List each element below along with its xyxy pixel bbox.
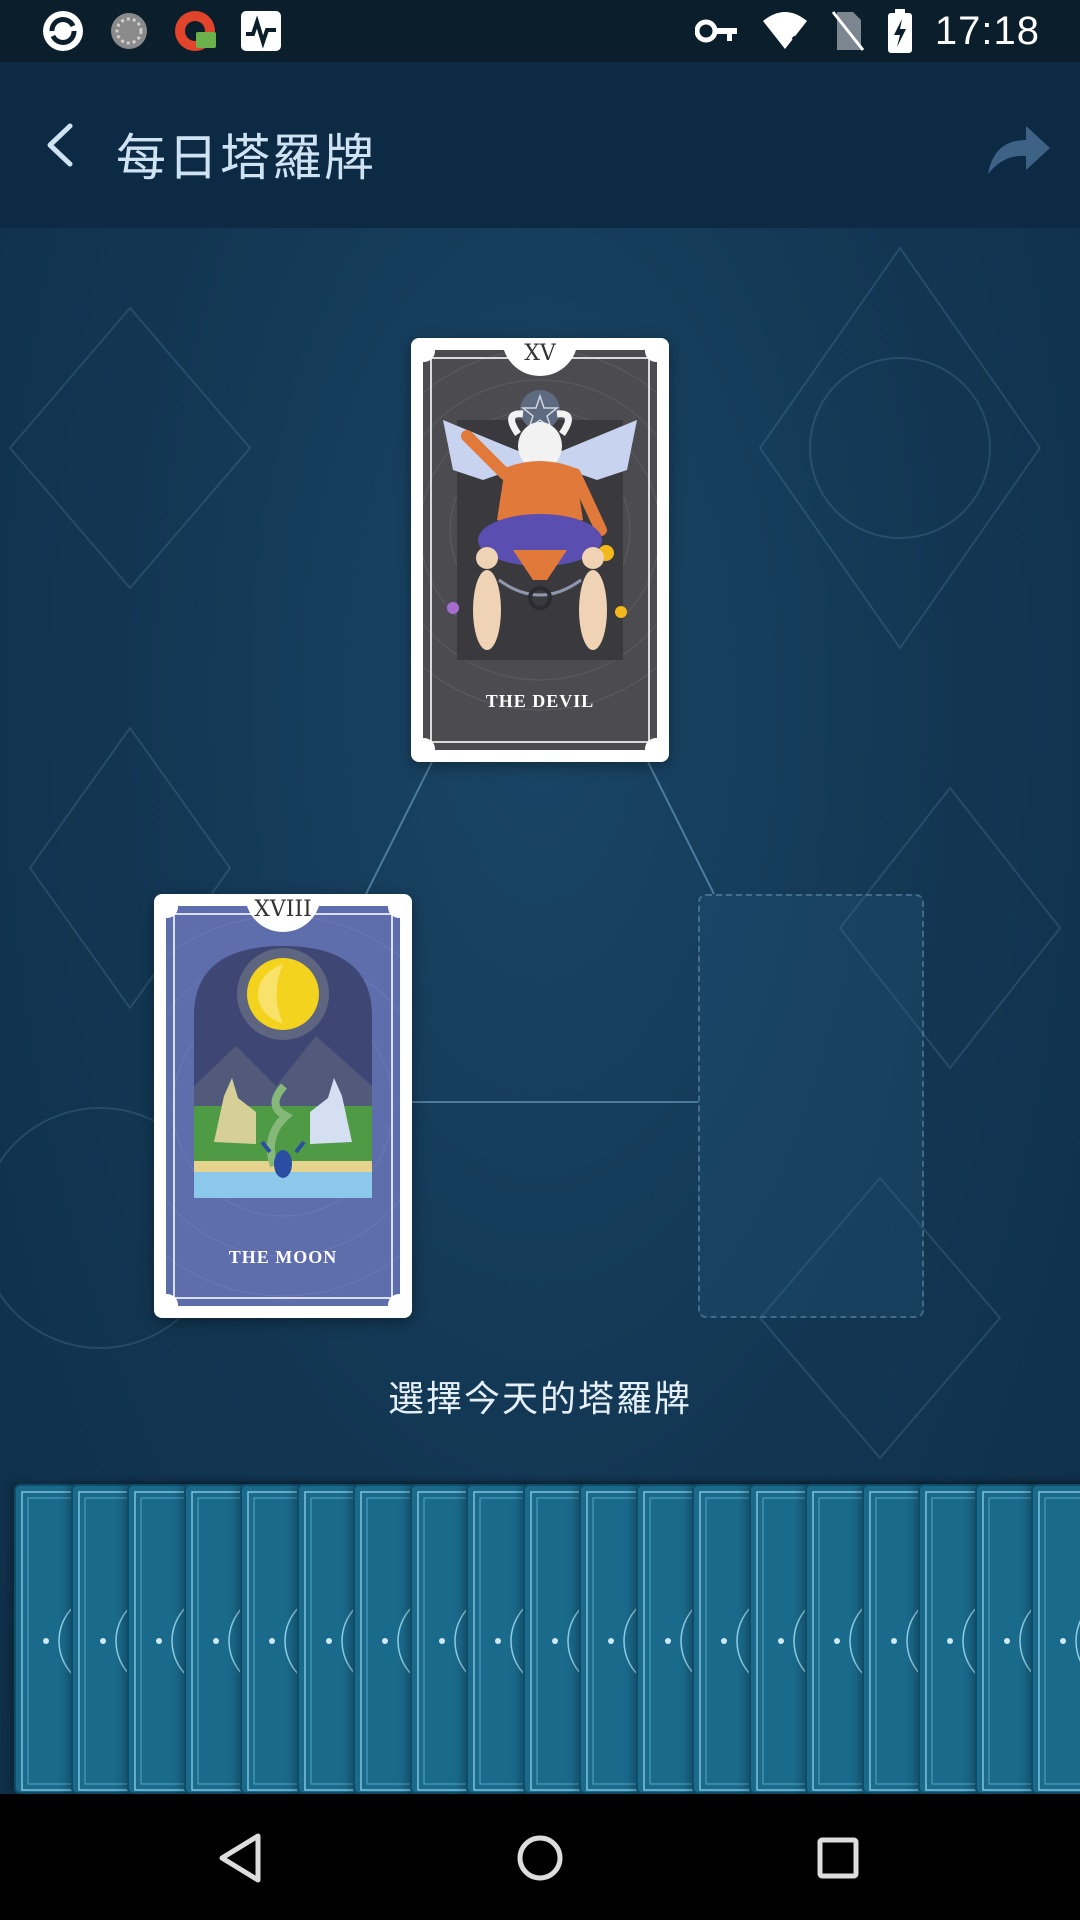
card-deck — [0, 1484, 1080, 1794]
key-icon — [694, 19, 737, 43]
page-title: 每日塔羅牌 — [116, 129, 376, 187]
instruction-text: 選擇今天的塔羅牌 — [387, 1379, 692, 1420]
vpn-app-icon — [175, 11, 216, 51]
loading-circle-icon — [111, 13, 147, 49]
clock: 17:18 — [934, 8, 1040, 53]
moon-illustration — [166, 906, 400, 1306]
no-sim-icon — [831, 11, 865, 51]
app-bar: 每日塔羅牌 — [0, 62, 1080, 228]
circle-home-icon — [517, 1835, 563, 1881]
tarot-table: THE DEVIL XV THE MOON XVIII 選擇今天的塔羅牌 — [0, 228, 1080, 1794]
activity-graph-icon — [241, 11, 281, 51]
system-nav-bar — [0, 1794, 1080, 1920]
share-arrow-icon — [988, 126, 1050, 174]
battery-charging-icon — [887, 9, 912, 53]
back-button[interactable] — [30, 110, 100, 180]
wifi-icon — [762, 12, 807, 49]
empty-card-slot[interactable] — [698, 894, 924, 1318]
devil-illustration — [423, 350, 657, 750]
card-back-pattern — [1038, 1491, 1080, 1791]
nav-home-button[interactable] — [508, 1826, 572, 1890]
share-button[interactable] — [984, 120, 1054, 180]
tarot-card-devil[interactable]: THE DEVIL XV — [411, 338, 669, 762]
square-recents-icon — [817, 1837, 859, 1879]
tarot-card-moon[interactable]: THE MOON XVIII — [154, 894, 412, 1318]
chevron-left-icon — [47, 123, 73, 167]
deck-card[interactable] — [1031, 1484, 1080, 1794]
nav-recents-button[interactable] — [806, 1826, 870, 1890]
sync-app-icon — [43, 11, 83, 51]
triangle-back-icon — [219, 1833, 261, 1883]
nav-back-button[interactable] — [210, 1826, 274, 1890]
card-name: THE MOON — [228, 1247, 338, 1267]
status-bar: 17:18 — [0, 0, 1080, 62]
card-name: THE DEVIL — [485, 691, 595, 711]
